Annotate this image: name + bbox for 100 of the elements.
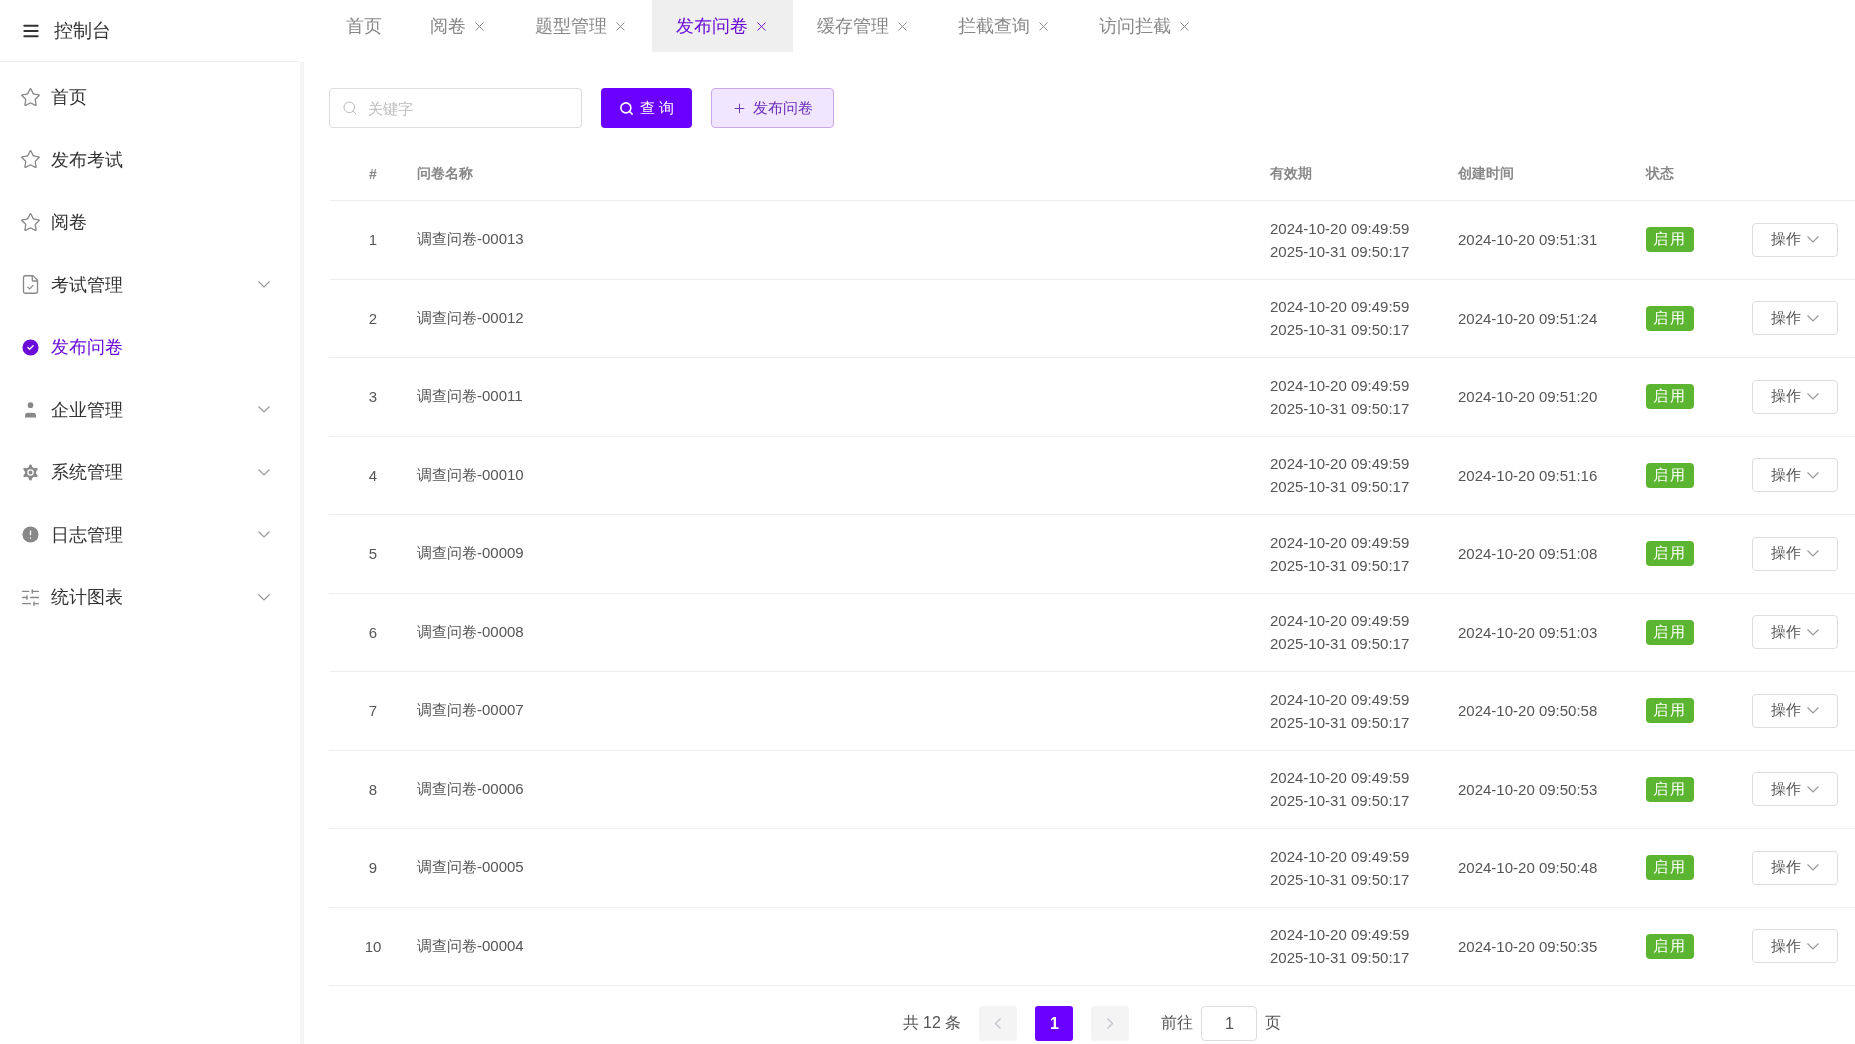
sidebar-item[interactable]: 企业管理 [0,378,300,441]
valid-from: 2024-10-20 09:49:59 [1270,847,1411,865]
status-badge: 启用 [1646,384,1694,410]
sidebar-item[interactable]: 考试管理 [0,253,300,316]
created-time: 2024-10-20 09:51:31 [1458,231,1599,249]
chevron-down-icon [258,468,270,476]
plus-icon [732,100,748,116]
chevron-down-icon [1807,942,1819,950]
valid-to: 2025-10-31 09:50:17 [1270,399,1411,417]
total-count: 共 12 条 [902,1013,962,1033]
chevron-down-icon [258,406,270,414]
publish-button[interactable]: 发布问卷 [711,88,835,128]
chevron-down-icon [1807,785,1819,793]
valid-to: 2025-10-31 09:50:17 [1270,556,1411,574]
valid-to: 2025-10-31 09:50:17 [1270,242,1411,260]
survey-name: 调查问卷-00005 [417,858,525,878]
sidebar-item[interactable]: 发布考试 [0,128,300,191]
chevron-down-icon [258,593,270,601]
valid-to: 2025-10-31 09:50:17 [1270,635,1411,653]
survey-name: 调查问卷-00007 [417,701,525,721]
chevron-down-icon [1807,471,1819,479]
alert-icon [20,524,41,546]
row-number: 8 [368,780,378,798]
status-badge: 启用 [1646,305,1694,331]
tab[interactable]: 发布问卷 [652,0,793,52]
chevron-down-icon [1807,707,1819,715]
tab[interactable]: 拦截查询 [934,0,1075,52]
survey-name: 调查问卷-00009 [417,544,525,564]
action-dropdown[interactable]: 操作 [1752,850,1838,885]
created-time: 2024-10-20 09:50:35 [1458,937,1599,955]
column-header: 创建时间 [1458,165,1514,183]
action-dropdown[interactable]: 操作 [1752,693,1838,728]
created-time: 2024-10-20 09:51:24 [1458,309,1599,327]
sidebar-item[interactable]: 首页 [0,66,300,129]
settings-icon [20,461,41,483]
check-circle-icon [20,336,41,358]
survey-name: 调查问卷-00013 [417,230,525,250]
valid-to: 2025-10-31 09:50:17 [1270,713,1411,731]
chevron-down-icon [1807,628,1819,636]
sidebar-item[interactable]: 统计图表 [0,566,300,629]
created-time: 2024-10-20 09:50:48 [1458,859,1599,877]
survey-name: 调查问卷-00004 [417,936,525,956]
row-number: 10 [364,937,382,955]
valid-from: 2024-10-20 09:49:59 [1270,769,1411,787]
status-badge: 启用 [1646,619,1694,645]
query-button[interactable]: 查 询 [601,88,693,128]
sidebar-item[interactable]: 日志管理 [0,503,300,566]
action-dropdown[interactable]: 操作 [1752,301,1838,336]
chevron-down-icon [1807,314,1819,322]
valid-to: 2025-10-31 09:50:17 [1270,949,1411,967]
valid-from: 2024-10-20 09:49:59 [1270,926,1411,944]
sidebar-item[interactable]: 阅卷 [0,191,300,254]
column-header: 问卷名称 [417,165,473,183]
valid-from: 2024-10-20 09:49:59 [1270,376,1411,394]
tab[interactable]: 访问拦截 [1075,0,1216,52]
survey-name: 调查问卷-00011 [417,387,524,407]
survey-name: 调查问卷-00012 [417,308,525,328]
goto-label: 前往 [1161,1013,1194,1033]
sidebar-item[interactable]: 系统管理 [0,441,300,504]
action-dropdown[interactable]: 操作 [1752,222,1838,257]
column-header: # [369,166,377,182]
search-icon [342,100,358,116]
chevron-down-icon [1807,864,1819,872]
page-button[interactable]: 1 [1035,1006,1074,1041]
chevron-down-icon [258,531,270,539]
sidebar-item[interactable]: 发布问卷 [0,316,300,379]
row-number: 5 [368,545,378,563]
row-number: 7 [368,702,378,720]
survey-name: 调查问卷-00008 [417,622,525,642]
status-badge: 启用 [1646,776,1694,802]
valid-from: 2024-10-20 09:49:59 [1270,219,1411,237]
valid-to: 2025-10-31 09:50:17 [1270,870,1411,888]
created-time: 2024-10-20 09:51:16 [1458,466,1599,484]
status-badge: 启用 [1646,462,1694,488]
action-dropdown[interactable]: 操作 [1752,929,1838,964]
tab[interactable]: 题型管理 [511,0,652,52]
created-time: 2024-10-20 09:51:08 [1458,545,1599,563]
action-dropdown[interactable]: 操作 [1752,536,1838,571]
action-dropdown[interactable]: 操作 [1752,615,1838,650]
action-dropdown[interactable]: 操作 [1752,458,1838,493]
search-icon [619,100,634,116]
action-dropdown[interactable]: 操作 [1752,379,1838,414]
survey-name: 调查问卷-00010 [417,465,525,485]
row-number: 4 [368,466,378,484]
chevron-left-icon [995,1018,1002,1029]
created-time: 2024-10-20 09:51:03 [1458,623,1599,641]
app-title: 控制台 [54,18,111,43]
page-input[interactable]: 1 [1201,1006,1258,1041]
action-dropdown[interactable]: 操作 [1752,772,1838,807]
row-number: 2 [368,309,378,327]
created-time: 2024-10-20 09:50:58 [1458,702,1599,720]
tab[interactable]: 阅卷 [406,0,511,52]
tab[interactable]: 缓存管理 [793,0,934,52]
star-icon [20,211,41,233]
chevron-right-icon [1107,1018,1114,1029]
search-field[interactable]: 关键字 [329,88,582,128]
valid-from: 2024-10-20 09:49:59 [1270,690,1411,708]
tab[interactable]: 首页 [322,0,406,52]
row-number: 1 [368,231,378,249]
chevron-down-icon [1807,393,1819,401]
